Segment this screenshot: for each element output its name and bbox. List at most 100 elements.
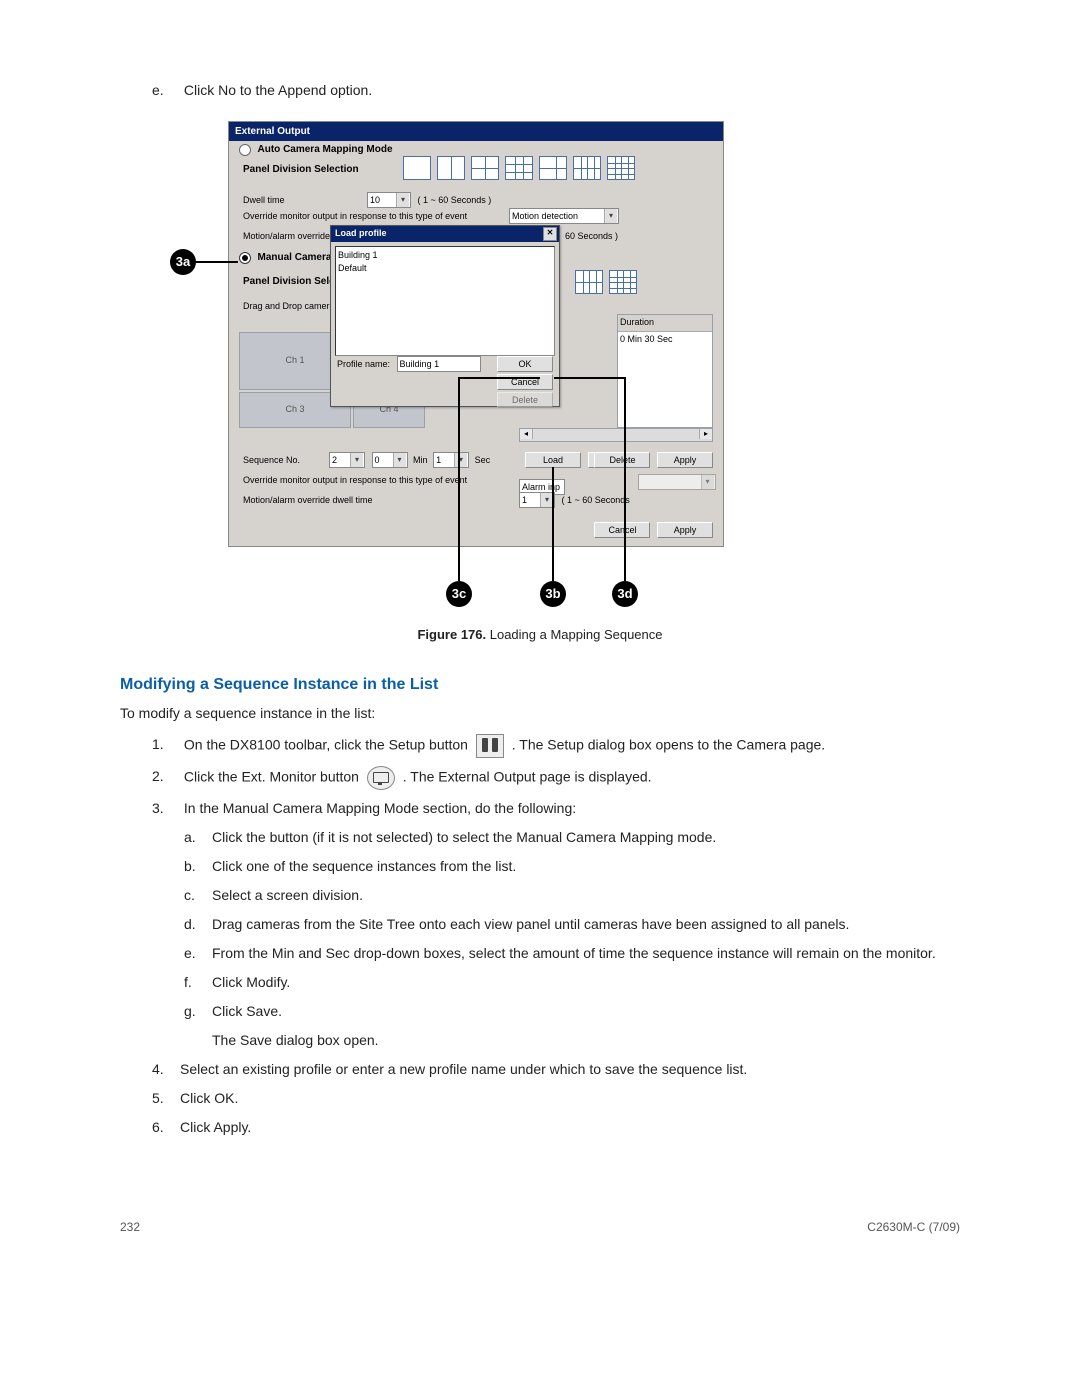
doc-id: C2630M-C (7/09) bbox=[867, 1218, 960, 1236]
list-item[interactable]: Default bbox=[338, 262, 552, 276]
override-select[interactable]: Motion detection bbox=[509, 208, 619, 224]
callout-3d-line2 bbox=[554, 377, 626, 379]
callout-3a-line bbox=[196, 261, 238, 263]
callout-3c-line2 bbox=[458, 377, 540, 379]
division-icon-2x2[interactable] bbox=[471, 156, 499, 180]
setup-icon bbox=[476, 734, 504, 758]
step-text: On the DX8100 toolbar, click the Setup b… bbox=[184, 736, 472, 752]
scroll-left-icon[interactable]: ◂ bbox=[520, 429, 533, 439]
step-letter: a. bbox=[184, 827, 212, 848]
intro-text: To modify a sequence instance in the lis… bbox=[120, 703, 960, 724]
step-letter: e. bbox=[184, 943, 212, 964]
step-text: Select an existing profile or enter a ne… bbox=[180, 1061, 747, 1077]
step-text: Click OK. bbox=[180, 1090, 238, 1106]
duration-cell: 0 Min 30 Sec bbox=[618, 332, 712, 348]
callout-3b: 3b bbox=[540, 581, 566, 607]
radio-manual-mode[interactable] bbox=[239, 252, 251, 264]
radio-auto-mode[interactable] bbox=[239, 144, 251, 156]
dwell-time-unit: ( 1 ~ 60 Seconds ) bbox=[418, 195, 492, 205]
division-icon-4x4[interactable] bbox=[607, 156, 635, 180]
step-text: Drag cameras from the Site Tree onto eac… bbox=[212, 916, 849, 932]
override-label: Override monitor output in response to t… bbox=[243, 210, 467, 224]
override2-select[interactable] bbox=[638, 474, 716, 490]
step-text: In the Manual Camera Mapping Mode sectio… bbox=[184, 800, 576, 816]
callout-3a: 3a bbox=[170, 249, 196, 275]
step-letter: b. bbox=[184, 856, 212, 877]
list-item[interactable]: Building 1 bbox=[338, 249, 552, 263]
step-text: Click Modify. bbox=[212, 974, 290, 990]
dwell-time-label: Dwell time bbox=[243, 195, 285, 205]
main-apply-button[interactable]: Apply bbox=[657, 522, 713, 538]
cancel-button[interactable]: Cancel bbox=[594, 522, 650, 538]
override2-label: Override monitor output in response to t… bbox=[243, 474, 467, 488]
division-icon-1v[interactable] bbox=[437, 156, 465, 180]
motion-override2-select[interactable]: 1 bbox=[519, 492, 555, 508]
division-icon-4x4b[interactable] bbox=[609, 270, 637, 294]
close-icon[interactable]: ✕ bbox=[543, 227, 557, 241]
profile-name-input[interactable]: Building 1 bbox=[397, 356, 481, 372]
popup-delete-button: Delete bbox=[497, 392, 553, 408]
page-number: 232 bbox=[120, 1218, 140, 1236]
sequence-no-select[interactable]: 2 bbox=[329, 452, 365, 468]
popup-title: Load profile bbox=[335, 228, 387, 238]
popup-ok-button[interactable]: OK bbox=[497, 356, 553, 372]
division-icon-1x1[interactable] bbox=[403, 156, 431, 180]
callout-3b-line bbox=[552, 467, 554, 581]
step-text: Click the Ext. Monitor button bbox=[184, 768, 363, 784]
callout-3d: 3d bbox=[612, 581, 638, 607]
division-icon-4v[interactable] bbox=[573, 156, 601, 180]
step-text: From the Min and Sec drop-down boxes, se… bbox=[212, 945, 936, 961]
step-text: Click the button (if it is not selected)… bbox=[212, 829, 716, 845]
step-text: . The External Output page is displayed. bbox=[403, 768, 652, 784]
division-icon-4h[interactable] bbox=[575, 270, 603, 294]
step-num: 2. bbox=[152, 766, 180, 787]
external-output-window: External Output Auto Camera Mapping Mode… bbox=[228, 121, 724, 547]
figure-caption: Figure 176. Loading a Mapping Sequence bbox=[120, 625, 960, 645]
sequence-min-label: Min bbox=[413, 455, 428, 465]
sequence-no-label: Sequence No. bbox=[243, 454, 300, 468]
step-letter: c. bbox=[184, 885, 212, 906]
step-letter: e. bbox=[152, 80, 180, 101]
monitor-icon bbox=[367, 766, 395, 790]
step-letter: g. bbox=[184, 1001, 212, 1022]
sequence-sec-label: Sec bbox=[475, 455, 491, 465]
step-text: The Save dialog box open. bbox=[212, 1032, 379, 1048]
duration-column-header: Duration bbox=[618, 315, 712, 332]
load-button[interactable]: Load bbox=[525, 452, 581, 468]
step-letter: d. bbox=[184, 914, 212, 935]
scroll-right-icon[interactable]: ▸ bbox=[699, 429, 712, 439]
step-text: Click Apply. bbox=[180, 1119, 251, 1135]
step-num: 3. bbox=[152, 798, 180, 819]
step-num: 5. bbox=[152, 1088, 180, 1109]
panel-division-label: Panel Division Selection bbox=[243, 162, 359, 177]
load-profile-dialog: Load profile ✕ Building 1 Default Profil… bbox=[330, 225, 560, 407]
step-text: Click No to the Append option. bbox=[184, 82, 372, 98]
motion-override-unit: 60 Seconds ) bbox=[565, 230, 618, 244]
step-num: 4. bbox=[152, 1059, 180, 1080]
division-icon-3p1[interactable] bbox=[539, 156, 567, 180]
profile-list[interactable]: Building 1 Default bbox=[335, 246, 555, 356]
motion-override2-unit: ( 1 ~ 60 Seconds bbox=[562, 495, 630, 505]
division-icon-3x3[interactable] bbox=[505, 156, 533, 180]
window-title: External Output bbox=[229, 122, 723, 141]
step-text: . The Setup dialog box opens to the Came… bbox=[512, 736, 825, 752]
step-num: 6. bbox=[152, 1117, 180, 1138]
apply-button[interactable]: Apply bbox=[657, 452, 713, 468]
step-num: 1. bbox=[152, 734, 180, 755]
callout-3c-line bbox=[458, 379, 460, 581]
sequence-min-select[interactable]: 0 bbox=[372, 452, 408, 468]
step-text: Click one of the sequence instances from… bbox=[212, 858, 516, 874]
profile-name-label: Profile name: bbox=[337, 359, 390, 369]
step-letter: f. bbox=[184, 972, 212, 993]
panel-division-label2: Panel Division Selec bbox=[243, 274, 340, 289]
step-text: Select a screen division. bbox=[212, 887, 363, 903]
section-heading: Modifying a Sequence Instance in the Lis… bbox=[120, 673, 960, 697]
delete-button[interactable]: Delete bbox=[594, 452, 650, 468]
auto-mode-label: Auto Camera Mapping Mode bbox=[258, 144, 393, 155]
sequence-sec-select[interactable]: 1 bbox=[433, 452, 469, 468]
dwell-time-select[interactable]: 10 bbox=[367, 192, 411, 208]
step-text: Click Save. bbox=[212, 1003, 282, 1019]
callout-3c: 3c bbox=[446, 581, 472, 607]
callout-3d-line bbox=[624, 377, 626, 581]
motion-override2-label: Motion/alarm override dwell time bbox=[243, 494, 373, 508]
